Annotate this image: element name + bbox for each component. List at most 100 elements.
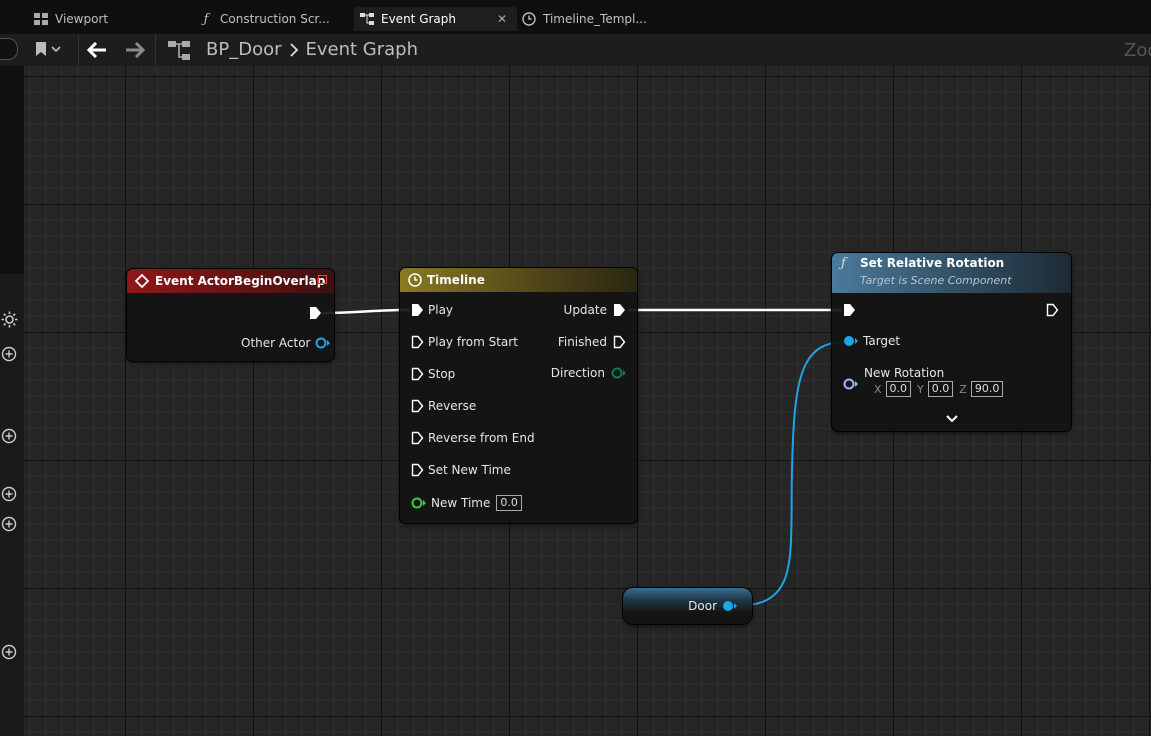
breadcrumb: BP_Door Event Graph xyxy=(206,39,418,60)
divider xyxy=(78,35,79,65)
node-subtitle: Target is Scene Component xyxy=(860,274,1012,287)
clock-icon xyxy=(408,273,422,287)
pin-label: Reverse from End xyxy=(428,431,535,445)
pin-label: Reverse xyxy=(428,399,477,413)
tab-viewport[interactable]: Viewport xyxy=(28,7,194,31)
pin-finished[interactable]: Finished xyxy=(558,335,626,349)
tab-event-graph-label: Event Graph xyxy=(381,12,456,26)
pin-label: Play from Start xyxy=(428,335,518,349)
object-pin-icon[interactable] xyxy=(843,335,859,347)
back-arrow-icon[interactable] xyxy=(87,42,107,58)
new-time-input[interactable]: 0.0 xyxy=(496,495,522,511)
pin-set-new-time[interactable]: Set New Time xyxy=(411,463,511,477)
divider xyxy=(155,35,156,65)
pin-door[interactable]: Door xyxy=(688,599,738,613)
add-icon[interactable] xyxy=(1,516,17,532)
exec-in-pin-icon[interactable] xyxy=(411,335,424,349)
chevron-down-icon xyxy=(51,46,61,53)
breadcrumb-root[interactable]: BP_Door xyxy=(206,39,282,60)
rotation-fields: X 0.0 Y 0.0 Z 90.0 xyxy=(874,381,1004,397)
exec-out-pin-icon[interactable] xyxy=(309,306,322,320)
add-icon[interactable] xyxy=(1,644,17,660)
pin-label: New Time xyxy=(431,496,491,510)
node-header: Timeline xyxy=(400,268,637,292)
grid-icon xyxy=(34,12,48,26)
door-variable-node[interactable]: Door xyxy=(623,588,752,624)
node-title: Event ActorBeginOverlap xyxy=(155,274,326,288)
pin-play[interactable]: Play xyxy=(411,303,453,317)
exec-in-pin-icon[interactable] xyxy=(411,463,424,477)
node-title: Set Relative Rotation xyxy=(860,256,1005,270)
set-relative-rotation-node[interactable]: ƒ Set Relative Rotation Target is Scene … xyxy=(832,253,1071,431)
function-icon: ƒ xyxy=(841,256,846,271)
y-label: Y xyxy=(917,382,924,396)
node-header: ƒ Set Relative Rotation Target is Scene … xyxy=(832,253,1071,293)
graph-icon xyxy=(360,12,374,26)
timeline-node[interactable]: Timeline Play Play from Start Stop Rever… xyxy=(400,268,637,523)
exec-out-pin-icon[interactable] xyxy=(613,335,626,349)
tab-event-graph[interactable]: Event Graph ✕ xyxy=(354,7,517,31)
pin-other-actor[interactable]: Other Actor xyxy=(241,336,331,350)
pin-target[interactable]: Target xyxy=(843,334,900,348)
pin-label: Stop xyxy=(428,367,456,381)
pin-play-from-start[interactable]: Play from Start xyxy=(411,335,518,349)
function-icon: ƒ xyxy=(203,11,209,27)
exec-in-pin-icon[interactable] xyxy=(411,367,424,381)
delegate-pin-icon[interactable] xyxy=(318,275,327,284)
object-pin-icon[interactable] xyxy=(315,337,331,349)
graph-icon xyxy=(168,41,190,60)
forward-arrow-icon[interactable] xyxy=(125,42,145,58)
pin-label: Target xyxy=(863,334,901,348)
pin-label: Other Actor xyxy=(241,336,311,350)
node-header: Event ActorBeginOverlap xyxy=(127,269,334,293)
pin-reverse-from-end[interactable]: Reverse from End xyxy=(411,431,535,445)
add-icon[interactable] xyxy=(1,428,17,444)
expand-chevron-icon[interactable] xyxy=(946,415,958,423)
exec-out-pin-icon[interactable] xyxy=(1046,303,1059,317)
zoom-label: Zoo xyxy=(1124,40,1151,61)
exec-in-pin-icon[interactable] xyxy=(843,303,856,317)
pin-label: Direction xyxy=(550,366,605,380)
rotator-pin-icon[interactable] xyxy=(843,378,859,390)
float-pin-icon[interactable] xyxy=(411,497,427,509)
pin-new-time[interactable]: New Time 0.0 xyxy=(411,495,522,511)
exec-in-pin-icon[interactable] xyxy=(411,431,424,445)
chevron-right-icon xyxy=(289,42,298,57)
add-icon[interactable] xyxy=(1,346,17,362)
object-pin-icon[interactable] xyxy=(722,600,738,612)
tab-viewport-label: Viewport xyxy=(55,12,109,26)
enum-pin-icon[interactable] xyxy=(611,367,627,379)
exec-out-pin-icon[interactable] xyxy=(613,303,626,317)
rotation-z-input[interactable]: 90.0 xyxy=(970,381,1004,397)
close-icon[interactable]: ✕ xyxy=(497,12,507,26)
tab-bar: Viewport ƒ Construction Scr... Event Gra… xyxy=(0,0,1151,34)
event-actor-begin-overlap-node[interactable]: Event ActorBeginOverlap Other Actor xyxy=(127,269,334,361)
pin-label: Finished xyxy=(557,335,607,349)
clock-icon xyxy=(522,12,536,26)
exec-in-pin-icon[interactable] xyxy=(411,303,424,317)
pin-stop[interactable]: Stop xyxy=(411,367,455,381)
graph-toolbar: BP_Door Event Graph Zoo xyxy=(0,34,1151,66)
tab-construction-script[interactable]: ƒ Construction Scr... xyxy=(193,7,354,31)
x-label: X xyxy=(874,382,882,396)
event-diamond-icon xyxy=(135,274,149,288)
tab-timeline-template[interactable]: Timeline_Templ... xyxy=(516,7,672,31)
pin-label: Update xyxy=(563,303,607,317)
bookmark-button[interactable] xyxy=(36,42,61,56)
search-pill[interactable] xyxy=(0,38,18,60)
z-label: Z xyxy=(959,382,967,396)
pin-label: Set New Time xyxy=(428,463,511,477)
rotation-y-input[interactable]: 0.0 xyxy=(927,381,954,397)
pin-label: New Rotation xyxy=(864,366,945,380)
exec-in-pin-icon[interactable] xyxy=(411,399,424,413)
pin-update[interactable]: Update xyxy=(564,303,626,317)
bookmark-icon xyxy=(36,42,46,56)
add-icon[interactable] xyxy=(1,486,17,502)
pin-label: Play xyxy=(428,303,454,317)
pin-label: Door xyxy=(688,599,717,613)
pin-direction[interactable]: Direction xyxy=(551,366,627,380)
gear-icon[interactable] xyxy=(1,311,18,328)
pin-reverse[interactable]: Reverse xyxy=(411,399,476,413)
rotation-x-input[interactable]: 0.0 xyxy=(885,381,912,397)
left-side-panel xyxy=(0,66,24,736)
